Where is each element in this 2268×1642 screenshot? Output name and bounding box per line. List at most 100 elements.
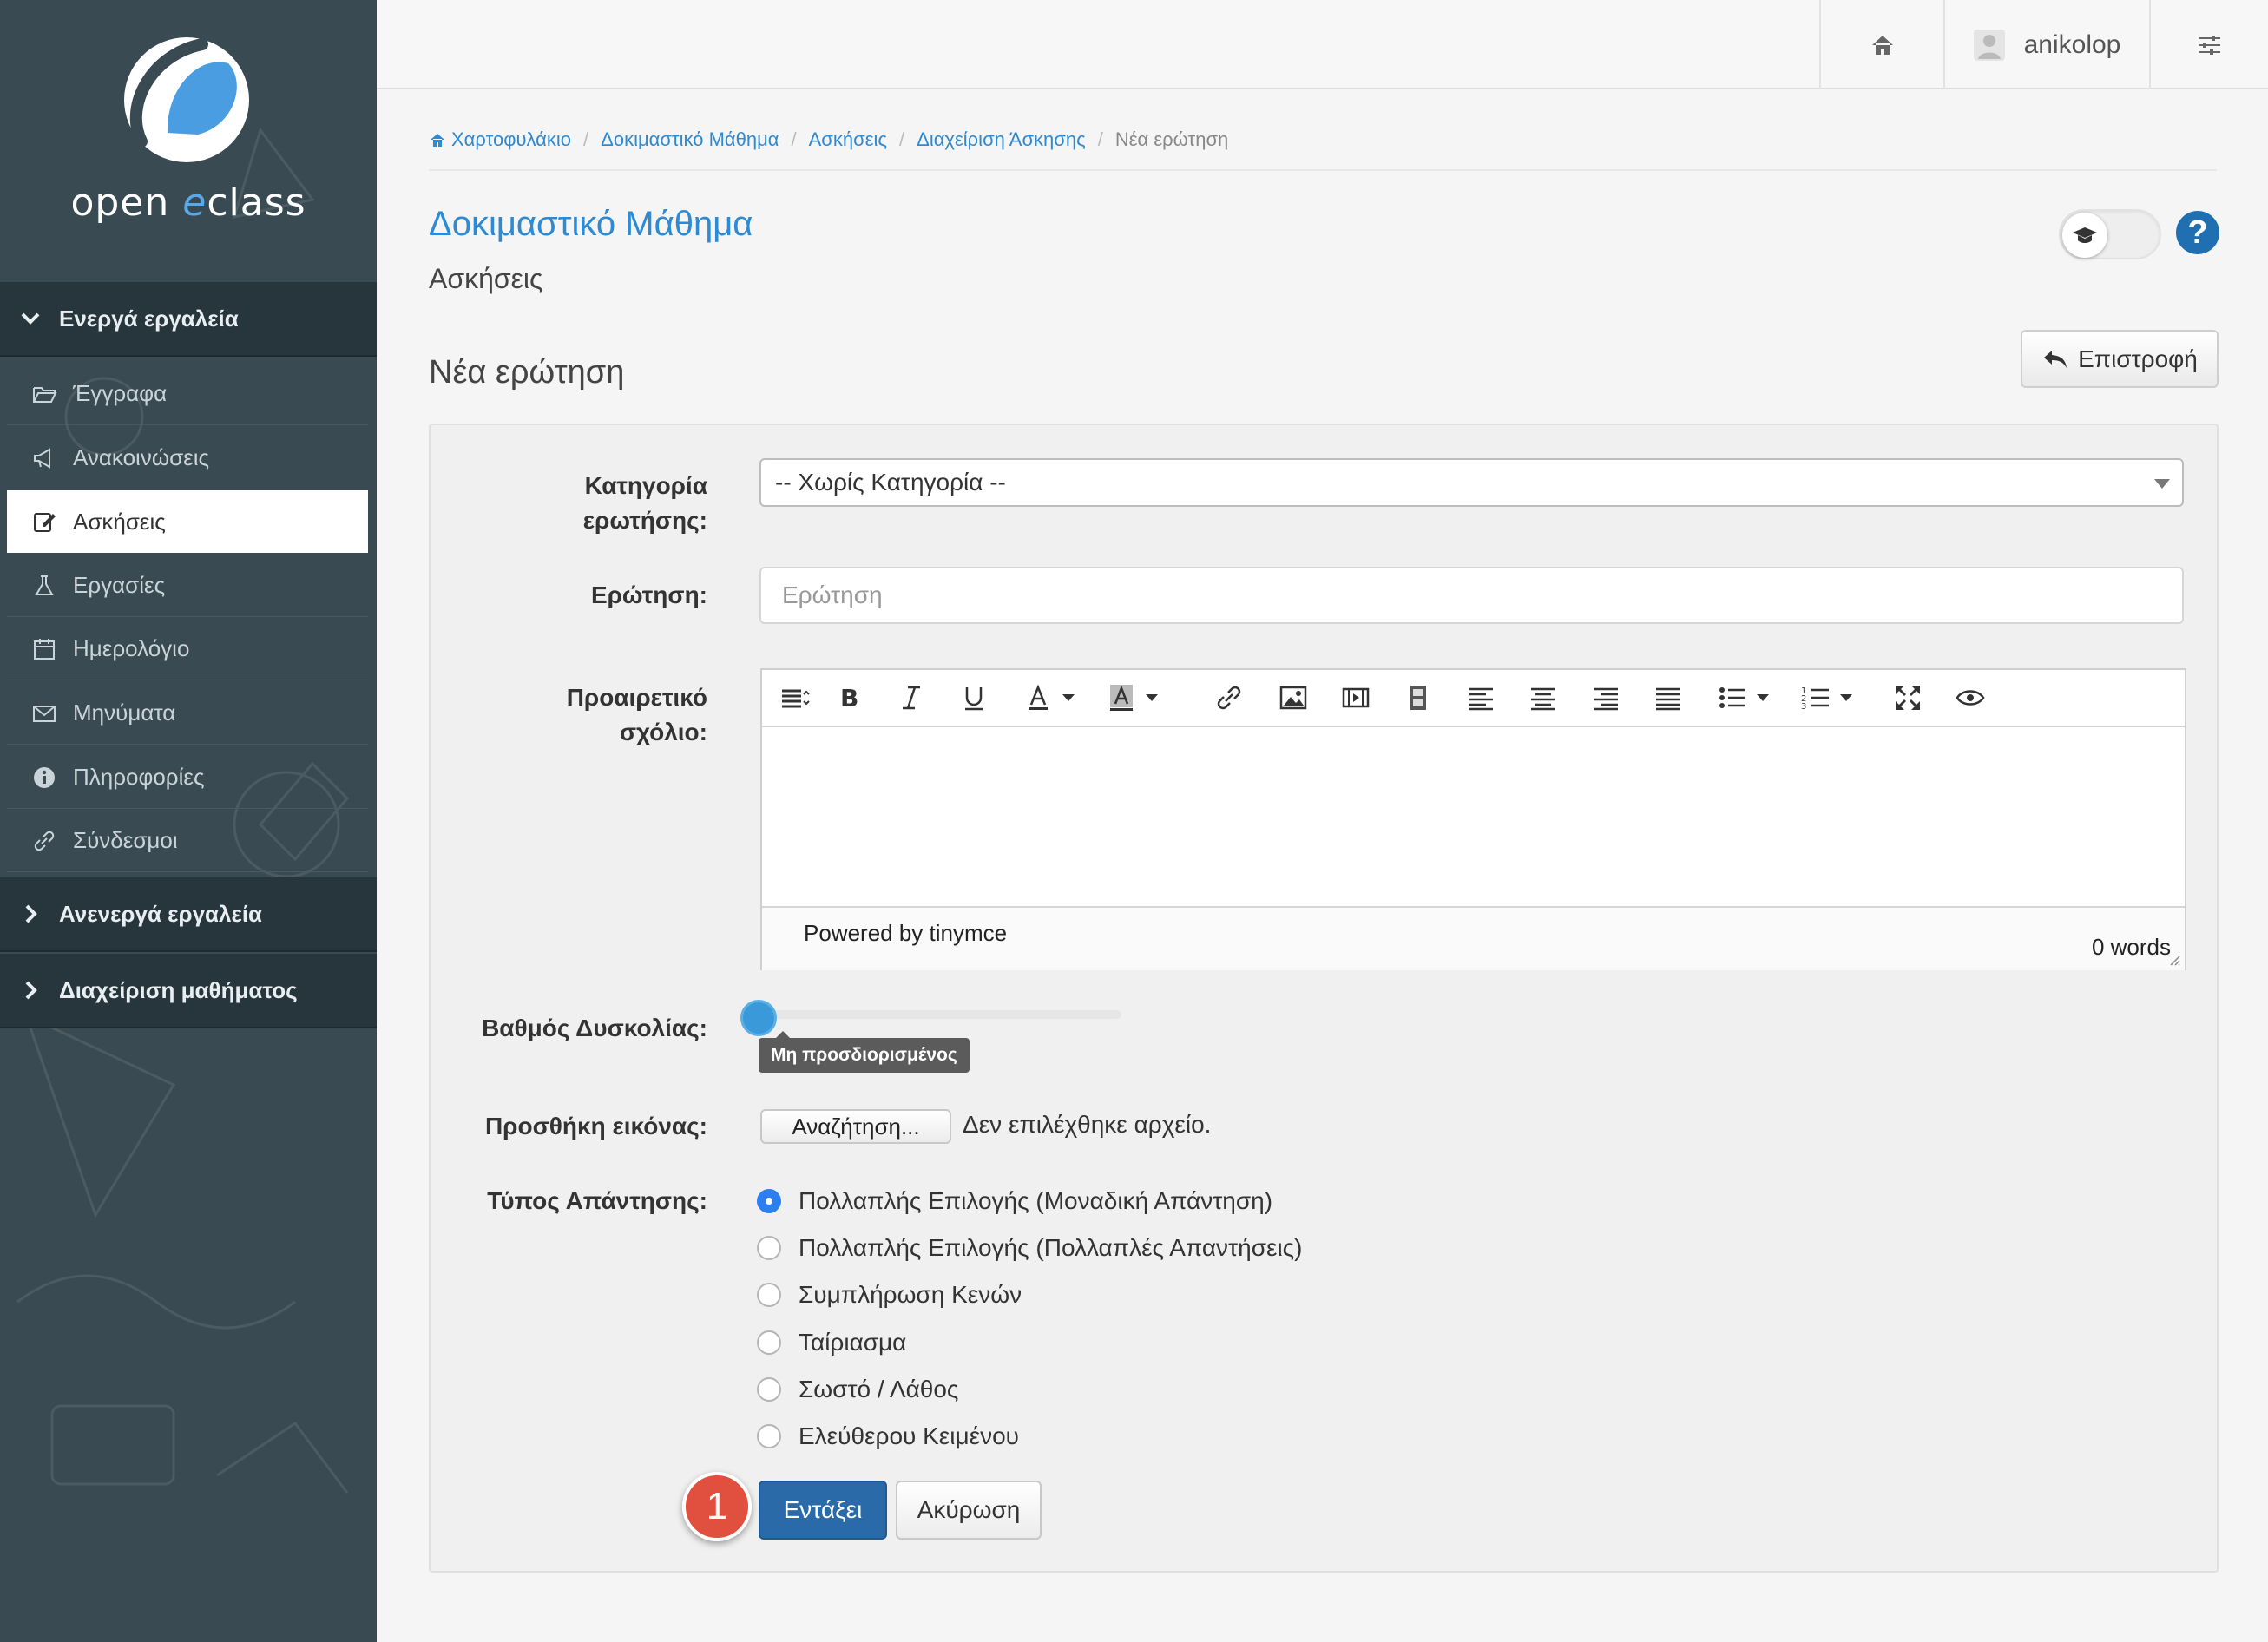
edit-icon <box>34 513 56 532</box>
breadcrumb-separator: / <box>1097 128 1103 150</box>
back-button[interactable]: Επιστροφή <box>2021 330 2219 388</box>
answer-type-free-text[interactable]: Ελεύθερου Κειμένου <box>757 1419 1019 1454</box>
radio-label: Ταίριασμα <box>799 1329 907 1356</box>
difficulty-value: Μη προσδιορισμένος <box>771 1045 957 1065</box>
radio-button[interactable] <box>757 1377 781 1402</box>
sidebar-item-label: Ασκήσεις <box>73 508 166 535</box>
image-button[interactable] <box>1278 680 1309 715</box>
radio-button[interactable] <box>757 1330 781 1355</box>
answer-type-matching[interactable]: Ταίριασμα <box>757 1325 906 1360</box>
answer-type-multiple-choice-multi[interactable]: Πολλαπλής Επιλογής (Πολλαπλές Απαντήσεις… <box>757 1231 1303 1265</box>
paragraph-format-icon <box>782 689 810 708</box>
logo-wordmark: open eclass <box>0 181 377 225</box>
section-active-tools[interactable]: Ενεργά εργαλεία <box>0 282 377 357</box>
preview-button[interactable] <box>1955 680 1986 715</box>
sidebar-item-messages[interactable]: Μηνύματα <box>7 682 368 745</box>
category-select-value: -- Χωρίς Κατηγορία -- <box>775 469 1006 496</box>
answer-type-true-false[interactable]: Σωστό / Λάθος <box>757 1372 958 1407</box>
background-color-button[interactable] <box>1106 680 1158 715</box>
answer-type-label: Τύπος Απάντησης: <box>487 1187 707 1214</box>
bullhorn-icon <box>34 447 50 469</box>
sidebar-item-label: Εργασίες <box>73 572 166 598</box>
image-label: Προσθήκη εικόνας: <box>484 1113 707 1140</box>
sidebar-item-label: Σύνδεσμοι <box>73 827 178 853</box>
question-input[interactable] <box>759 567 2184 624</box>
sidebar-item-documents[interactable]: Έγγραφα <box>7 363 368 425</box>
module-subtitle: Ασκήσεις <box>429 263 543 294</box>
link-button[interactable] <box>1213 680 1245 715</box>
sidebar-item-calendar[interactable]: Ημερολόγιο <box>7 618 368 680</box>
logo-word-class: class <box>207 181 306 225</box>
answer-type-fill-blanks[interactable]: Συμπλήρωση Κενών <box>757 1277 1022 1312</box>
sidebar-item-label: Ανακοινώσεις <box>73 444 210 470</box>
radio-button[interactable] <box>757 1236 781 1260</box>
comment-label-line1: Προαιρετικό <box>566 684 707 711</box>
align-left-button[interactable] <box>1465 680 1496 715</box>
numbered-list-button[interactable]: 123 <box>1800 680 1852 715</box>
answer-type-multiple-choice-single[interactable]: Πολλαπλής Επιλογής (Μοναδική Απάντηση) <box>757 1184 1272 1218</box>
breadcrumb-exercise-admin[interactable]: Διαχείριση Άσκησης <box>917 128 1086 150</box>
calendar-icon <box>34 638 55 660</box>
breadcrumb-separator: / <box>791 128 797 150</box>
sidebar-item-label: Πληροφορίες <box>73 764 205 790</box>
sidebar-item-exercises[interactable]: Ασκήσεις <box>7 490 368 553</box>
svg-text:3: 3 <box>1801 702 1806 712</box>
section-course-admin[interactable]: Διαχείριση μαθήματος <box>0 954 377 1028</box>
settings-button[interactable] <box>2149 0 2268 89</box>
sidebar-item-label: Μηνύματα <box>73 699 176 726</box>
align-justify-button[interactable] <box>1653 680 1684 715</box>
fullscreen-button[interactable] <box>1892 680 1923 715</box>
breadcrumb: Χαρτοφυλάκιο / Δοκιμαστικό Μάθημα / Ασκήσεις… <box>429 128 1228 151</box>
difficulty-slider-track[interactable] <box>757 1010 1121 1019</box>
radio-label: Συμπλήρωση Κενών <box>799 1281 1022 1308</box>
sidebar-item-info[interactable]: Πληροφορίες <box>7 746 368 809</box>
radio-button[interactable] <box>757 1283 781 1307</box>
underline-button[interactable] <box>958 680 989 715</box>
media-button[interactable] <box>1340 680 1371 715</box>
editor-powered-by[interactable]: Powered by tinymce <box>804 920 1007 947</box>
help-button[interactable]: ? <box>2176 211 2219 254</box>
align-center-button[interactable] <box>1528 680 1559 715</box>
bold-icon: B <box>840 684 858 713</box>
breadcrumb-portfolio[interactable]: Χαρτοφυλάκιο <box>451 128 571 150</box>
sidebar-item-assignments[interactable]: Εργασίες <box>7 555 368 617</box>
home-button[interactable] <box>1819 0 1943 89</box>
breadcrumb-course[interactable]: Δοκιμαστικό Μάθημα <box>601 128 779 150</box>
difficulty-slider-handle[interactable] <box>740 1000 777 1036</box>
editor-content-area[interactable] <box>762 727 2185 906</box>
browse-file-button[interactable]: Αναζήτηση... <box>760 1109 951 1144</box>
course-title[interactable]: Δοκιμαστικό Μάθημα <box>429 205 753 244</box>
category-select[interactable]: -- Χωρίς Κατηγορία -- <box>759 458 2184 507</box>
underline-icon <box>965 687 983 711</box>
file-manager-button[interactable] <box>1403 680 1434 715</box>
editor-statusbar: Powered by tinymce 0 words <box>762 906 2185 970</box>
resize-grip-icon[interactable] <box>2167 953 2181 967</box>
radio-label: Πολλαπλής Επιλογής (Μοναδική Απάντηση) <box>799 1187 1273 1214</box>
submit-button[interactable]: Εντάξει <box>759 1481 887 1540</box>
no-file-text: Δεν επιλέχθηκε αρχείο. <box>963 1111 1212 1138</box>
radio-button[interactable] <box>757 1424 781 1448</box>
format-dropdown-button[interactable] <box>779 680 811 715</box>
open-eclass-logo[interactable]: open eclass <box>0 0 377 282</box>
text-color-button[interactable] <box>1022 680 1075 715</box>
sidebar-item-announcements[interactable]: Ανακοινώσεις <box>7 427 368 489</box>
media-icon <box>1342 687 1370 708</box>
sidebar: open eclass Ενεργά εργαλεία Έγγραφα Ανακ… <box>0 0 377 1642</box>
align-right-button[interactable] <box>1590 680 1621 715</box>
cancel-button[interactable]: Ακύρωση <box>896 1481 1042 1540</box>
graduation-cap-icon <box>2073 227 2097 243</box>
student-view-toggle[interactable] <box>2059 209 2161 259</box>
italic-button[interactable] <box>896 680 927 715</box>
bullet-list-icon <box>1719 687 1745 708</box>
section-inactive-tools[interactable]: Ανενεργά εργαλεία <box>0 877 377 952</box>
sidebar-item-links[interactable]: Σύνδεσμοι <box>7 810 368 872</box>
user-menu-button[interactable]: anikolop <box>1943 0 2149 89</box>
user-avatar-icon <box>1973 29 2005 61</box>
caret-down-icon <box>1757 694 1769 701</box>
film-icon <box>1410 686 1426 710</box>
radio-button-selected[interactable] <box>757 1189 781 1213</box>
username: anikolop <box>2023 30 2121 59</box>
bullet-list-button[interactable] <box>1717 680 1769 715</box>
bold-button[interactable]: B <box>833 680 864 715</box>
breadcrumb-exercises[interactable]: Ασκήσεις <box>809 128 887 150</box>
